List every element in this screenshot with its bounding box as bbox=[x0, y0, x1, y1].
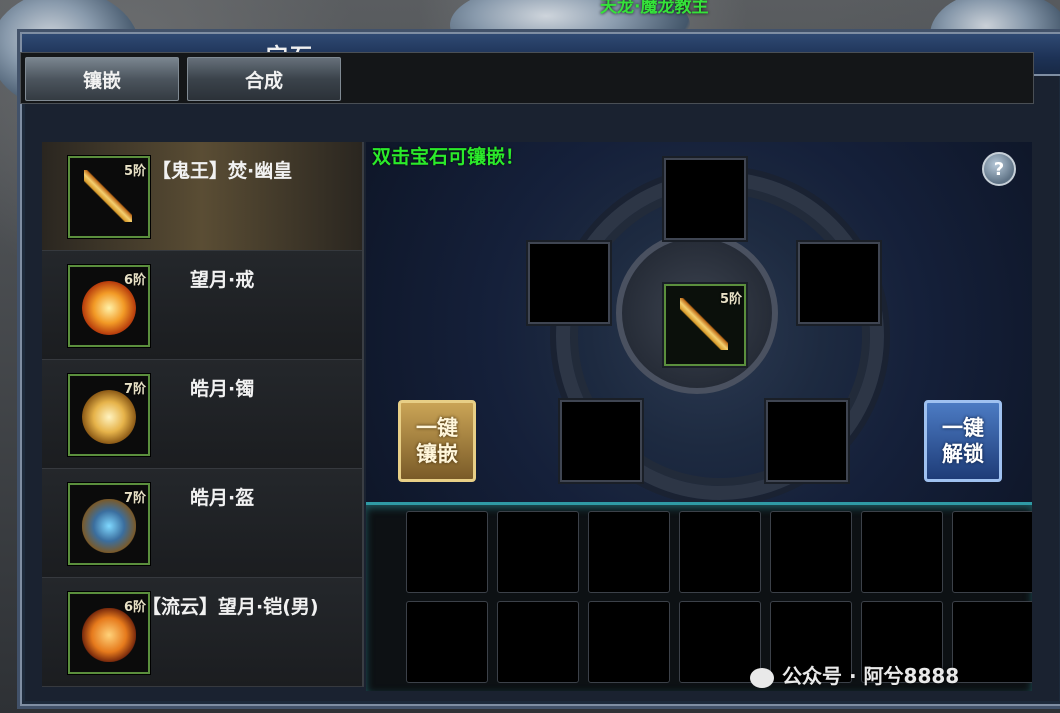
gem-slot[interactable] bbox=[766, 400, 848, 482]
equipment-name: 【流云】望月·铠(男) bbox=[142, 596, 319, 618]
one-click-unlock-button[interactable]: 一键 解锁 bbox=[924, 400, 1002, 482]
button-line: 镶嵌 bbox=[416, 442, 458, 466]
button-line: 一键 bbox=[416, 416, 458, 440]
armor-icon bbox=[82, 608, 136, 662]
tab-synthesis-label: 合成 bbox=[244, 69, 283, 92]
equipment-name: 【鬼王】焚·幽皇 bbox=[152, 160, 293, 182]
help-icon[interactable]: ? bbox=[982, 152, 1016, 186]
equipment-name: 望月·戒 bbox=[190, 269, 255, 291]
equipment-item[interactable]: 6阶 【流云】望月·铠(男) bbox=[42, 578, 362, 687]
gem-slot[interactable] bbox=[664, 158, 746, 240]
wechat-icon bbox=[750, 667, 774, 688]
watermark: 公众号 · 阿兮8888 bbox=[750, 660, 959, 689]
equipment-name: 皓月·镯 bbox=[190, 378, 255, 400]
bag-cell[interactable] bbox=[588, 601, 670, 683]
equipment-item[interactable]: 7阶 皓月·镯 bbox=[42, 360, 362, 469]
gem-slot[interactable] bbox=[798, 242, 880, 324]
bag-cell[interactable] bbox=[679, 511, 761, 593]
tab-bar: 镶嵌 合成 bbox=[20, 52, 1034, 104]
equipment-item[interactable]: 5阶 【鬼王】焚·幽皇 bbox=[42, 142, 362, 251]
center-equipment-slot[interactable]: 5阶 bbox=[664, 284, 746, 366]
gold-bracelet-icon bbox=[82, 390, 136, 444]
equipment-slot: 7阶 bbox=[68, 374, 150, 456]
help-label: ? bbox=[993, 158, 1005, 180]
bag-cell[interactable] bbox=[406, 601, 488, 683]
button-line: 解锁 bbox=[942, 442, 984, 466]
one-click-inlay-button[interactable]: 一键 镶嵌 bbox=[398, 400, 476, 482]
tab-synthesis[interactable]: 合成 bbox=[187, 57, 341, 101]
tab-inlay-label: 镶嵌 bbox=[82, 69, 121, 92]
equipment-list: 5阶 【鬼王】焚·幽皇 6阶 望月·戒 7阶 皓月·镯 7阶 皓月·盔 6阶 【… bbox=[42, 142, 364, 687]
bag-cell[interactable] bbox=[588, 511, 670, 593]
gem-slot[interactable] bbox=[528, 242, 610, 324]
bag-cell[interactable] bbox=[861, 511, 943, 593]
bag-cell[interactable] bbox=[952, 511, 1032, 593]
boss-title: 天龙·魔龙教主 bbox=[600, 0, 709, 17]
bag-cell[interactable] bbox=[497, 511, 579, 593]
tier-badge: 7阶 bbox=[123, 491, 146, 506]
equipment-slot: 6阶 bbox=[68, 265, 150, 347]
bag-cell[interactable] bbox=[770, 511, 852, 593]
gem-slot[interactable] bbox=[560, 400, 642, 482]
button-line: 一键 bbox=[942, 416, 984, 440]
equipment-name: 皓月·盔 bbox=[190, 487, 255, 509]
bag-cell[interactable] bbox=[497, 601, 579, 683]
bag-cell[interactable] bbox=[679, 601, 761, 683]
fire-ring-icon bbox=[82, 281, 136, 335]
tier-badge: 5阶 bbox=[719, 292, 742, 307]
tier-badge: 7阶 bbox=[123, 382, 146, 397]
inlay-hint: 双击宝石可镶嵌！ bbox=[372, 146, 525, 168]
tab-inlay[interactable]: 镶嵌 bbox=[25, 57, 179, 101]
bag-cell[interactable] bbox=[952, 601, 1032, 683]
equipment-item[interactable]: 7阶 皓月·盔 bbox=[42, 469, 362, 578]
watermark-text: 公众号 · 阿兮8888 bbox=[782, 664, 960, 688]
inlay-area: 双击宝石可镶嵌！ ? 5阶 一键 镶嵌 一键 解锁 bbox=[366, 142, 1032, 502]
equipment-slot: 5阶 bbox=[68, 156, 150, 238]
bag-cell[interactable] bbox=[406, 511, 488, 593]
tier-badge: 5阶 bbox=[123, 164, 146, 179]
equipment-slot: 6阶 bbox=[68, 592, 150, 674]
equipment-slot: 7阶 bbox=[68, 483, 150, 565]
tier-badge: 6阶 bbox=[123, 273, 146, 288]
equipment-item[interactable]: 6阶 望月·戒 bbox=[42, 251, 362, 360]
helmet-icon bbox=[82, 499, 136, 553]
